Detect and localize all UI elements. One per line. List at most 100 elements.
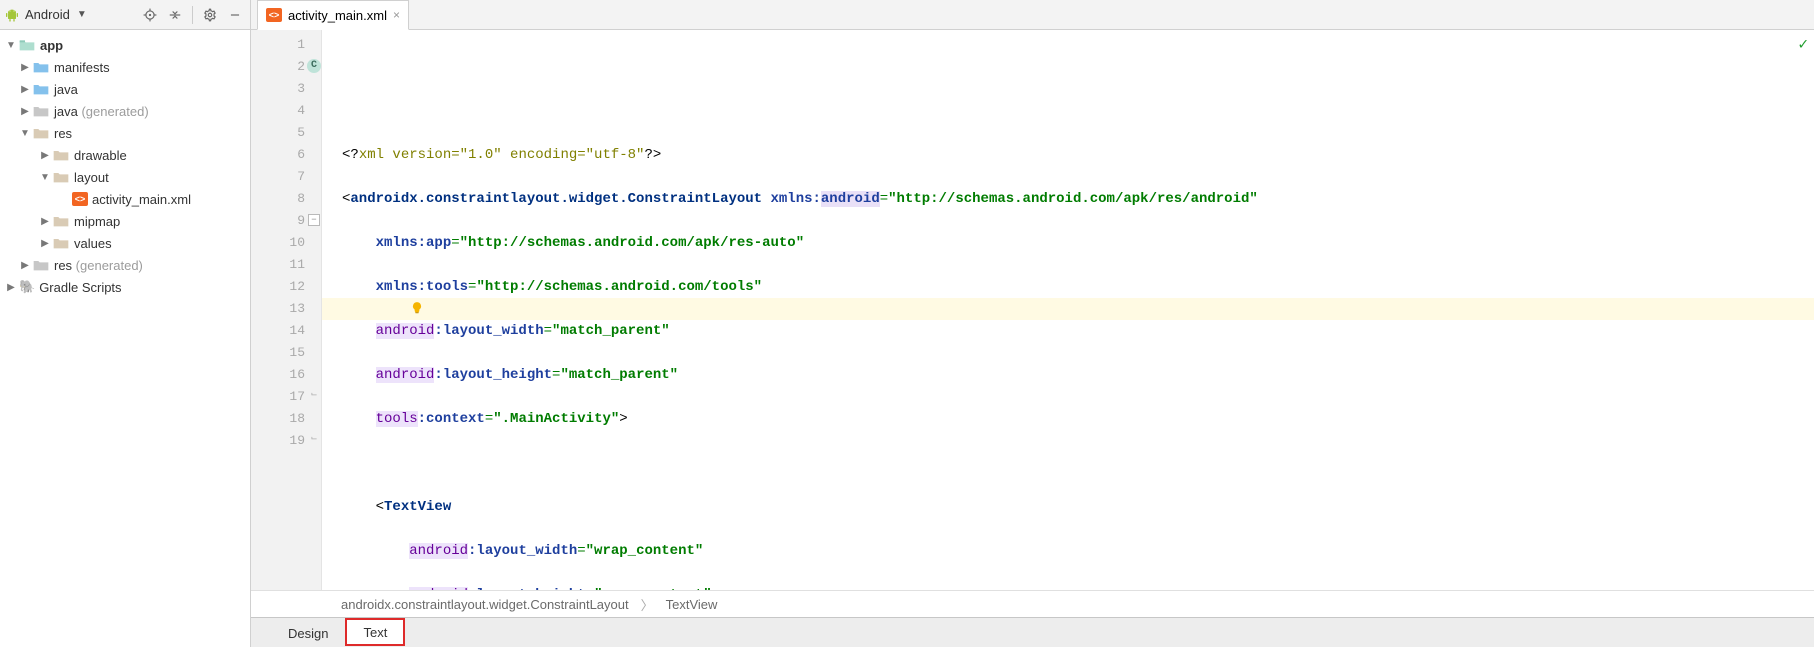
line-number: 11 (251, 254, 321, 276)
line-number: 12 (251, 276, 321, 298)
current-line-highlight (322, 298, 1814, 320)
editor-bottom-tabs: Design Text (251, 617, 1814, 647)
breadcrumb-item[interactable]: TextView (666, 597, 718, 612)
fold-icon[interactable]: − (307, 213, 321, 227)
tree-node-res-generated[interactable]: ▶ res (generated) (0, 254, 250, 276)
tree-label: Gradle Scripts (39, 280, 121, 295)
tree-node-gradle[interactable]: ▶ 🐘 Gradle Scripts (0, 276, 250, 298)
tree-label: activity_main.xml (92, 192, 191, 207)
chevron-right-icon[interactable]: ▶ (38, 232, 52, 254)
tree-node-activity-main[interactable]: <> activity_main.xml (0, 188, 250, 210)
tree-label: values (74, 236, 112, 251)
gradle-icon: 🐘 (19, 279, 35, 295)
chevron-right-icon[interactable]: ▶ (18, 56, 32, 78)
folder-icon (52, 147, 70, 163)
sidebar-title[interactable]: Android (23, 7, 72, 22)
chevron-down-icon[interactable]: ▼ (4, 34, 18, 56)
editor-panel: <> activity_main.xml × 1 2C 3 4 5 6 7 8 … (251, 0, 1814, 647)
folder-icon (32, 59, 50, 75)
tree-label: res (54, 258, 72, 273)
tree-node-mipmap[interactable]: ▶ mipmap (0, 210, 250, 232)
chevron-right-icon[interactable]: ▶ (18, 78, 32, 100)
line-number: 4 (251, 100, 321, 122)
fold-end-icon[interactable]: ⌙ (307, 389, 321, 403)
line-number: 10 (251, 232, 321, 254)
tab-text[interactable]: Text (345, 618, 405, 646)
tree-label: res (54, 126, 72, 141)
check-icon: ✓ (1798, 34, 1808, 56)
separator (192, 6, 193, 24)
chevron-down-icon[interactable]: ▼ (38, 166, 52, 188)
xml-file-icon: <> (72, 192, 88, 206)
xml-file-icon: <> (266, 8, 282, 22)
line-number: 15 (251, 342, 321, 364)
sidebar-header: Android ▼ (0, 0, 250, 30)
line-number: 7 (251, 166, 321, 188)
tree-label-suffix: (generated) (78, 104, 149, 119)
tree-node-java[interactable]: ▶ java (0, 78, 250, 100)
fold-end-icon[interactable]: ⌙ (307, 433, 321, 447)
tree-node-drawable[interactable]: ▶ drawable (0, 144, 250, 166)
line-number: 5 (251, 122, 321, 144)
code-editor[interactable]: 1 2C 3 4 5 6 7 8 9− 10 11 12 13 14 15 16… (251, 30, 1814, 590)
tree-node-app[interactable]: ▼ app (0, 34, 250, 56)
chevron-down-icon[interactable]: ▼ (18, 122, 32, 144)
line-number: 14 (251, 320, 321, 342)
tree-label: java (54, 82, 78, 97)
line-number: 16 (251, 364, 321, 386)
chevron-right-icon: 〉 (641, 595, 654, 614)
editor-tab-activity-main[interactable]: <> activity_main.xml × (257, 0, 409, 30)
editor-tabs-bar: <> activity_main.xml × (251, 0, 1814, 30)
folder-icon (32, 257, 50, 273)
dropdown-icon[interactable]: ▼ (75, 9, 89, 20)
line-number: 6 (251, 144, 321, 166)
chevron-right-icon[interactable]: ▶ (38, 144, 52, 166)
tree-label-suffix: (generated) (72, 258, 143, 273)
lightbulb-icon[interactable] (409, 300, 425, 316)
folder-icon (52, 169, 70, 185)
project-sidebar: Android ▼ ▼ app ▶ manifests ▶ ja (0, 0, 251, 647)
tree-node-manifests[interactable]: ▶ manifests (0, 56, 250, 78)
tree-label: layout (74, 170, 109, 185)
android-icon (4, 7, 20, 23)
tab-design[interactable]: Design (271, 620, 345, 647)
tree-label: mipmap (74, 214, 120, 229)
tree-node-res[interactable]: ▼ res (0, 122, 250, 144)
class-badge-icon[interactable]: C (307, 59, 321, 73)
chevron-right-icon[interactable]: ▶ (4, 276, 18, 298)
target-icon[interactable] (139, 4, 161, 26)
folder-icon (32, 125, 50, 141)
breadcrumb-item[interactable]: androidx.constraintlayout.widget.Constra… (341, 597, 629, 612)
chevron-right-icon[interactable]: ▶ (18, 254, 32, 276)
minimize-icon[interactable] (224, 4, 246, 26)
tree-label: manifests (54, 60, 110, 75)
code-area[interactable]: ✓ <?xml version="1.0" encoding="utf-8"?>… (322, 30, 1814, 590)
gear-icon[interactable] (199, 4, 221, 26)
line-number: 18 (251, 408, 321, 430)
line-number: 2C (251, 56, 321, 78)
line-number: 1 (251, 34, 321, 56)
chevron-right-icon[interactable]: ▶ (18, 100, 32, 122)
folder-icon (52, 213, 70, 229)
line-number: 8 (251, 188, 321, 210)
line-number: 13 (251, 298, 321, 320)
tree-label: app (40, 38, 63, 53)
tree-node-values[interactable]: ▶ values (0, 232, 250, 254)
folder-icon (32, 81, 50, 97)
tree-node-java-generated[interactable]: ▶ java (generated) (0, 100, 250, 122)
folder-icon (52, 235, 70, 251)
project-tree[interactable]: ▼ app ▶ manifests ▶ java ▶ java (generat… (0, 30, 250, 647)
line-number: 3 (251, 78, 321, 100)
close-icon[interactable]: × (393, 8, 400, 22)
collapse-icon[interactable] (164, 4, 186, 26)
tree-node-layout[interactable]: ▼ layout (0, 166, 250, 188)
chevron-right-icon[interactable]: ▶ (38, 210, 52, 232)
tab-label: activity_main.xml (288, 8, 387, 23)
line-number: 9− (251, 210, 321, 232)
folder-icon (32, 103, 50, 119)
folder-icon (18, 37, 36, 53)
tree-label: java (54, 104, 78, 119)
tree-label: drawable (74, 148, 127, 163)
line-number: 19⌙ (251, 430, 321, 452)
breadcrumb[interactable]: androidx.constraintlayout.widget.Constra… (251, 590, 1814, 617)
